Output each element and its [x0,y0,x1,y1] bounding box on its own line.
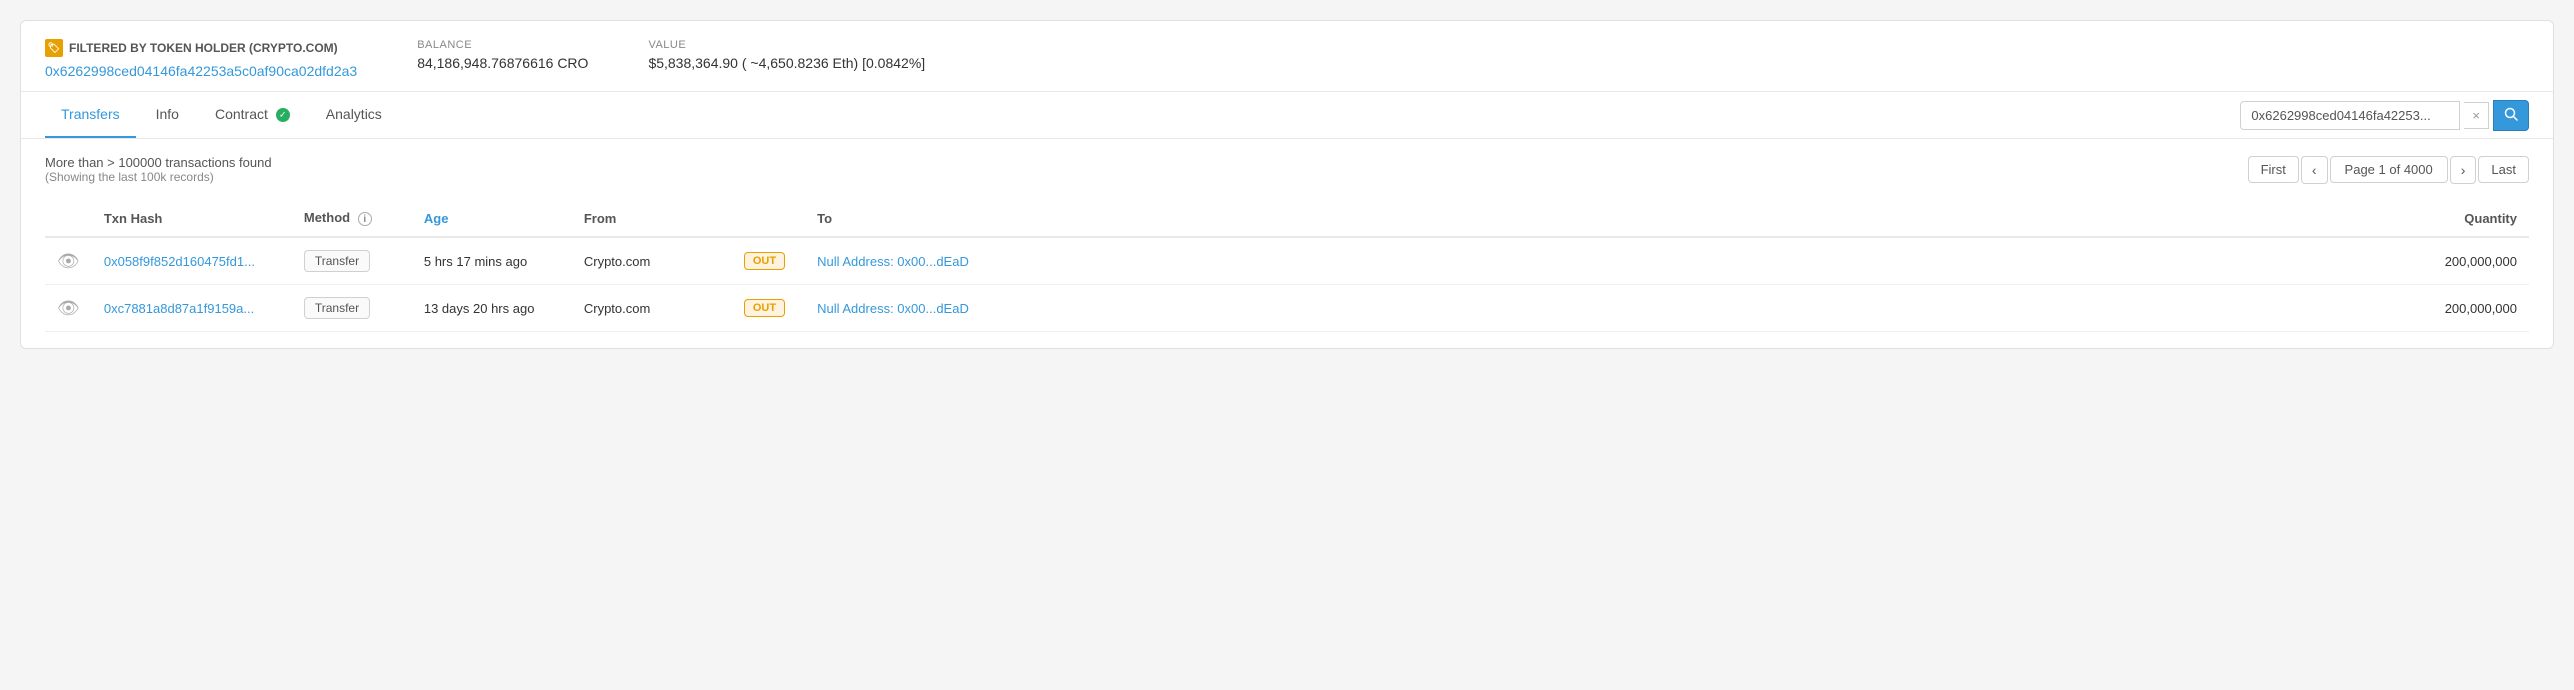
filter-badge: 🏷 FILTERED BY TOKEN HOLDER (Crypto.com) [45,39,357,57]
to-link-0[interactable]: Null Address: 0x00...dEaD [817,254,969,269]
last-button[interactable]: Last [2478,156,2529,183]
row-direction-1: OUT [732,285,805,332]
transactions-table: Txn Hash Method i Age From To Quantity 👁 [45,200,2529,332]
row-eye-1[interactable]: 👁 [45,285,92,332]
eye-icon: 👁 [57,298,80,318]
col-header-icon [45,200,92,237]
col-header-quantity: Quantity [1065,200,2529,237]
txn-link-0[interactable]: 0x058f9f852d160475fd1... [104,254,255,269]
out-badge-0: OUT [744,252,785,270]
table-row: 👁 0x058f9f852d160475fd1... Transfer 5 hr… [45,237,2529,285]
row-age-0: 5 hrs 17 mins ago [412,237,572,285]
col-header-txn-hash: Txn Hash [92,200,292,237]
row-to-1: Null Address: 0x00...dEaD [805,285,1065,332]
sub-text: (Showing the last 100k records) [45,170,272,184]
results-info: More than > 100000 transactions found (S… [45,155,272,184]
search-input[interactable] [2240,101,2460,130]
tab-contract[interactable]: Contract [199,92,306,138]
col-header-to: To [805,200,1065,237]
search-button[interactable] [2493,100,2529,131]
tab-info[interactable]: Info [140,92,195,138]
row-txn-0: 0x058f9f852d160475fd1... [92,237,292,285]
main-card: 🏷 FILTERED BY TOKEN HOLDER (Crypto.com) … [20,20,2554,349]
row-from-1: Crypto.com [572,285,732,332]
verified-icon [276,108,290,122]
pagination: First ‹ Page 1 of 4000 › Last [2248,156,2529,184]
row-method-0: Transfer [292,237,412,285]
address-link[interactable]: 0x6262998ced04146fa42253a5c0af90ca02dfd2… [45,63,357,79]
table-header-row: Txn Hash Method i Age From To Quantity [45,200,2529,237]
content-section: More than > 100000 transactions found (S… [21,139,2553,348]
header-section: 🏷 FILTERED BY TOKEN HOLDER (Crypto.com) … [21,21,2553,92]
row-eye-0[interactable]: 👁 [45,237,92,285]
txn-link-1[interactable]: 0xc7881a8d87a1f9159a... [104,301,254,316]
col-header-method: Method i [292,200,412,237]
row-from-0: Crypto.com [572,237,732,285]
balance-label: BALANCE [417,39,588,51]
filter-icon: 🏷 [45,39,63,57]
row-age-1: 13 days 20 hrs ago [412,285,572,332]
tab-analytics[interactable]: Analytics [310,92,398,138]
next-button[interactable]: › [2450,156,2477,184]
col-header-age[interactable]: Age [412,200,572,237]
found-text: More than > 100000 transactions found [45,155,272,170]
first-button[interactable]: First [2248,156,2299,183]
row-direction-0: OUT [732,237,805,285]
method-badge-0: Transfer [304,250,370,272]
col-header-direction [732,200,805,237]
filter-col: 🏷 FILTERED BY TOKEN HOLDER (Crypto.com) … [45,39,357,79]
balance-value: 84,186,948.76876616 CRO [417,55,588,71]
row-quantity-1: 200,000,000 [1065,285,2529,332]
tab-transfers[interactable]: Transfers [45,92,136,138]
prev-button[interactable]: ‹ [2301,156,2328,184]
search-section: × [2240,100,2529,131]
eye-icon: 👁 [57,251,80,271]
method-badge-1: Transfer [304,297,370,319]
to-link-1[interactable]: Null Address: 0x00...dEaD [817,301,969,316]
row-to-0: Null Address: 0x00...dEaD [805,237,1065,285]
value-value: $5,838,364.90 ( ~4,650.8236 Eth) [0.0842… [648,55,925,71]
row-txn-1: 0xc7881a8d87a1f9159a... [92,285,292,332]
page-info: Page 1 of 4000 [2330,156,2448,183]
tabs-section: Transfers Info Contract Analytics × [21,92,2553,139]
out-badge-1: OUT [744,299,785,317]
method-info-icon[interactable]: i [358,212,372,226]
clear-button[interactable]: × [2464,102,2489,129]
table-row: 👁 0xc7881a8d87a1f9159a... Transfer 13 da… [45,285,2529,332]
value-col: VALUE $5,838,364.90 ( ~4,650.8236 Eth) [… [648,39,925,71]
col-header-from: From [572,200,732,237]
row-quantity-0: 200,000,000 [1065,237,2529,285]
balance-col: BALANCE 84,186,948.76876616 CRO [417,39,588,71]
filter-label: FILTERED BY TOKEN HOLDER (Crypto.com) [69,41,338,55]
row-method-1: Transfer [292,285,412,332]
value-label: VALUE [648,39,925,51]
info-bar: More than > 100000 transactions found (S… [45,155,2529,184]
